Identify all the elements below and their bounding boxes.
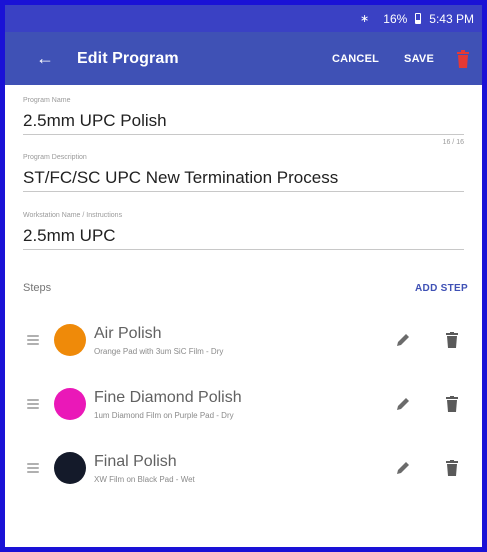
program-description-label: Program Description xyxy=(23,154,87,161)
page-title: Edit Program xyxy=(77,49,179,67)
pencil-icon xyxy=(397,398,409,410)
step-color-swatch xyxy=(54,324,86,356)
trash-icon xyxy=(446,332,458,348)
step-description: XW Film on Black Pad - Wet xyxy=(94,475,195,484)
program-description-input[interactable]: ST/FC/SC UPC New Termination Process xyxy=(23,164,464,192)
app-bar: ← Edit Program CANCEL SAVE xyxy=(5,32,482,85)
program-name-field[interactable]: Program Name 2.5mm UPC Polish 16 / 16 xyxy=(5,97,482,149)
step-text: Fine Diamond Polish 1um Diamond Film on … xyxy=(94,388,392,420)
step-color-swatch xyxy=(54,388,86,420)
bluetooth-icon: ∗ xyxy=(360,13,370,25)
trash-icon xyxy=(457,49,469,68)
cancel-button[interactable]: CANCEL xyxy=(332,53,379,65)
battery-icon xyxy=(415,13,422,24)
edit-step-button[interactable] xyxy=(392,393,414,415)
workstation-name-label: Workstation Name / Instructions xyxy=(23,212,123,219)
battery-percent: 16% xyxy=(383,11,408,26)
drag-handle-icon[interactable] xyxy=(27,399,39,409)
program-name-label: Program Name xyxy=(23,97,71,104)
delete-step-button[interactable] xyxy=(444,394,460,414)
steps-title: Steps xyxy=(23,282,52,294)
step-item[interactable]: Air Polish Orange Pad with 3um SiC Film … xyxy=(5,308,482,372)
step-description: Orange Pad with 3um SiC Film - Dry xyxy=(94,347,224,356)
steps-list: Air Polish Orange Pad with 3um SiC Film … xyxy=(5,308,482,500)
step-name: Fine Diamond Polish xyxy=(94,389,242,406)
drag-handle-icon[interactable] xyxy=(27,463,39,473)
add-step-button[interactable]: ADD STEP xyxy=(415,283,468,294)
program-name-input[interactable]: 2.5mm UPC Polish xyxy=(23,107,464,135)
step-name: Final Polish xyxy=(94,453,177,470)
workstation-name-field[interactable]: Workstation Name / Instructions 2.5mm UP… xyxy=(5,212,482,250)
status-time: 5:43 PM xyxy=(429,11,474,26)
delete-step-button[interactable] xyxy=(444,330,460,350)
step-item[interactable]: Final Polish XW Film on Black Pad - Wet xyxy=(5,436,482,500)
app-window: ∗ 16% 5:43 PM ← Edit Program CANCEL SAVE… xyxy=(0,0,487,552)
delete-step-button[interactable] xyxy=(444,458,460,478)
delete-program-button[interactable] xyxy=(456,49,470,68)
trash-icon xyxy=(446,396,458,412)
step-description: 1um Diamond Film on Purple Pad - Dry xyxy=(94,411,234,420)
trash-icon xyxy=(446,460,458,476)
edit-step-button[interactable] xyxy=(392,457,414,479)
save-button[interactable]: SAVE xyxy=(404,53,434,65)
step-text: Final Polish XW Film on Black Pad - Wet xyxy=(94,452,392,484)
step-text: Air Polish Orange Pad with 3um SiC Film … xyxy=(94,324,392,356)
drag-handle-icon[interactable] xyxy=(27,335,39,345)
character-counter: 16 / 16 xyxy=(442,139,464,146)
step-name: Air Polish xyxy=(94,325,162,342)
edit-step-button[interactable] xyxy=(392,329,414,351)
step-item[interactable]: Fine Diamond Polish 1um Diamond Film on … xyxy=(5,372,482,436)
program-description-field[interactable]: Program Description ST/FC/SC UPC New Ter… xyxy=(5,154,482,192)
app-bar-actions: CANCEL SAVE xyxy=(332,49,482,68)
steps-header: Steps ADD STEP xyxy=(5,276,482,300)
pencil-icon xyxy=(397,462,409,474)
workstation-name-input[interactable]: 2.5mm UPC xyxy=(23,222,464,250)
status-bar: ∗ 16% 5:43 PM xyxy=(5,5,482,32)
pencil-icon xyxy=(397,334,409,346)
step-color-swatch xyxy=(54,452,86,484)
arrow-back-icon[interactable]: ← xyxy=(35,48,55,69)
